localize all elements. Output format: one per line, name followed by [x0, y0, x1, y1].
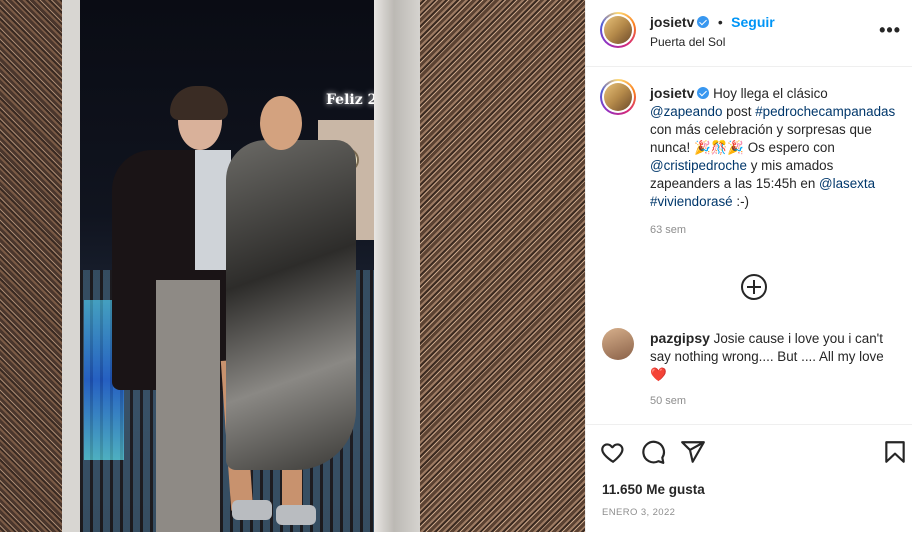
post-date[interactable]: ENERO 3, 2022	[602, 507, 675, 518]
caption-emojis: 🎉🎊🎉	[693, 140, 744, 155]
comment-avatar[interactable]	[602, 328, 634, 360]
comment-icon[interactable]	[640, 439, 666, 465]
verified-badge-icon	[697, 87, 710, 99]
likes-count[interactable]: 11.650 Me gusta	[602, 482, 705, 497]
save-bookmark-icon[interactable]	[882, 439, 908, 465]
header-user-row: josietv • Seguir	[650, 14, 775, 32]
comment: pazgipsy Josie cause i love you i can't …	[650, 329, 898, 410]
post-actions: 11.650 Me gusta ENERO 3, 2022	[586, 424, 912, 533]
shoe-left	[232, 500, 272, 520]
caption-text-6: :-)	[736, 194, 750, 209]
more-options-icon[interactable]: •••	[879, 20, 901, 41]
caption-text-2: post	[726, 104, 752, 119]
mention-lasexta[interactable]: @lasexta	[819, 176, 875, 191]
caption: josietv Hoy llega el clásico @zapeando p…	[650, 84, 898, 239]
hashtag-viviendorase[interactable]: #viviendorasé	[650, 194, 733, 209]
share-icon[interactable]	[680, 439, 706, 465]
man-trousers	[156, 280, 220, 532]
glitter-curtain-right	[420, 0, 585, 532]
mention-zapeando[interactable]: @zapeando	[650, 104, 722, 119]
avatar-image	[604, 16, 632, 44]
follow-button[interactable]: Seguir	[731, 14, 775, 30]
comment-timestamp[interactable]: 50 sem	[650, 392, 898, 410]
load-more-comments-icon[interactable]	[741, 274, 767, 300]
location-link[interactable]: Puerta del Sol	[650, 35, 725, 49]
hashtag-pedrochecampanadas[interactable]: #pedrochecampanadas	[755, 104, 895, 119]
post-photo[interactable]: Feliz 2022	[0, 0, 585, 532]
comment-heart: ❤️	[650, 367, 667, 382]
caption-text-4: Os espero con	[747, 140, 835, 155]
caption-username[interactable]: josietv	[650, 85, 694, 101]
header-username[interactable]: josietv	[650, 14, 694, 30]
door-frame-left	[62, 0, 80, 532]
caption-avatar-image	[604, 83, 632, 111]
verified-badge-icon	[697, 16, 710, 28]
like-heart-icon[interactable]	[600, 439, 626, 465]
glitter-curtain-left	[0, 0, 70, 532]
post-header: josietv • Seguir Puerta del Sol •••	[586, 0, 912, 67]
avatar[interactable]	[600, 12, 636, 48]
mention-cristipedroche[interactable]: @cristipedroche	[650, 158, 747, 173]
comment-username[interactable]: pazgipsy	[650, 330, 710, 346]
shoe-right	[276, 505, 316, 525]
caption-text-1: Hoy llega el clásico	[713, 86, 828, 101]
caption-timestamp[interactable]: 63 sem	[650, 221, 898, 239]
door-frame-right	[374, 0, 424, 532]
post-side-panel: josietv • Seguir Puerta del Sol ••• josi…	[585, 0, 912, 532]
woman-dress	[226, 140, 356, 470]
separator-dot: •	[717, 14, 723, 30]
caption-avatar[interactable]	[600, 79, 636, 115]
woman-head	[260, 96, 302, 150]
